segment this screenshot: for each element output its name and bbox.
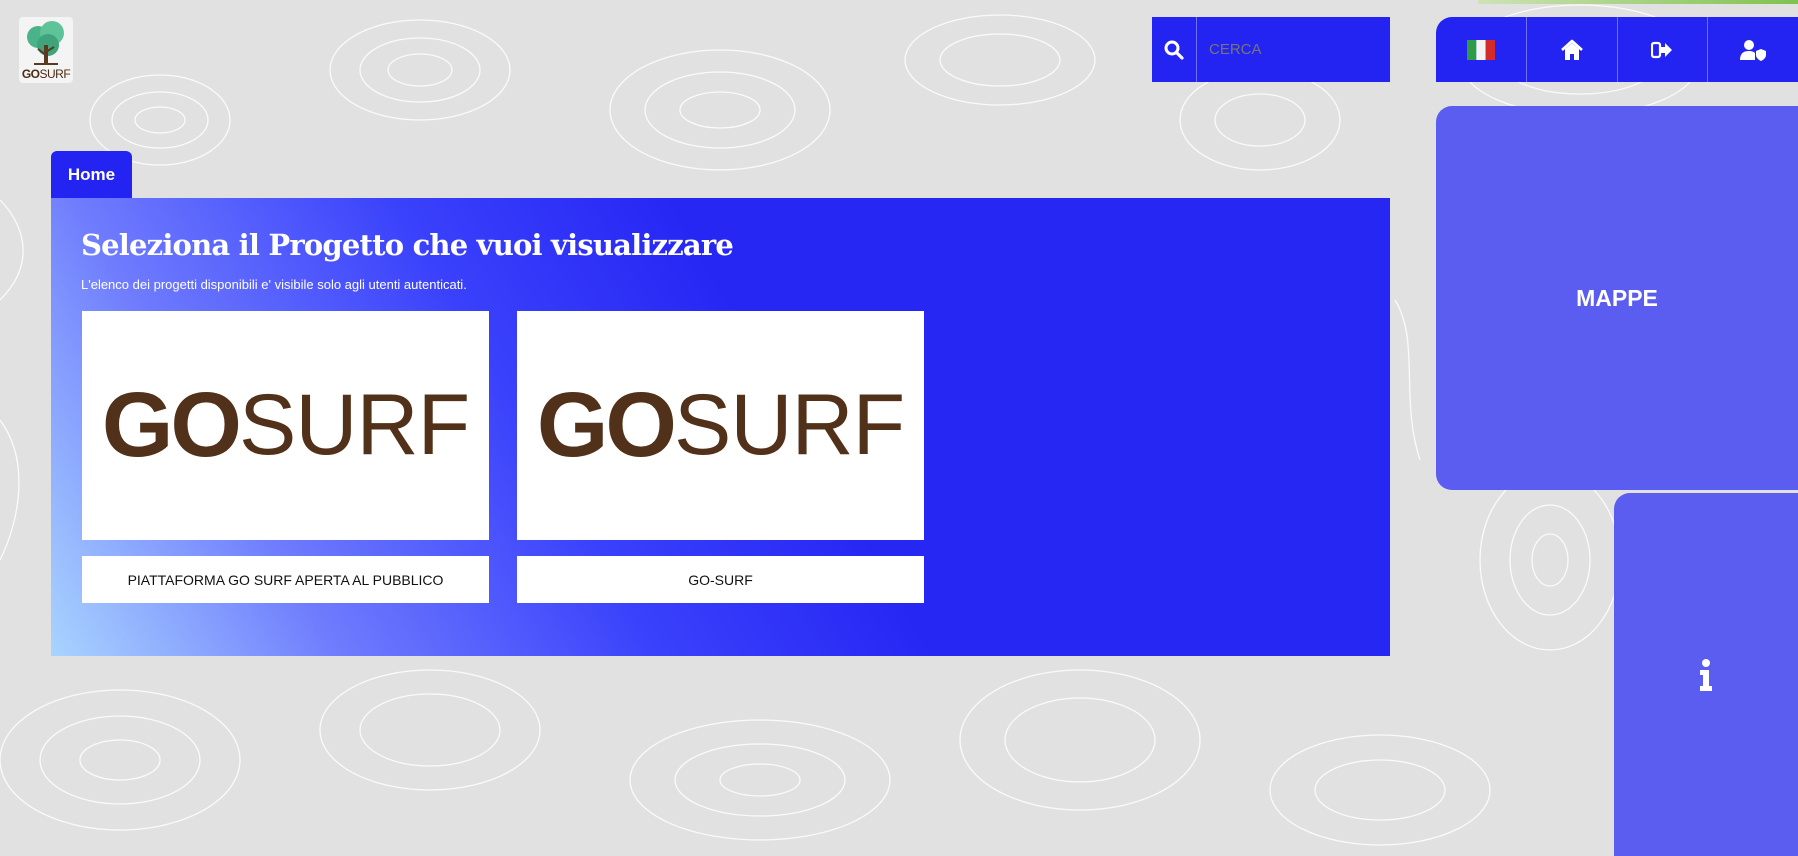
user-shield-icon <box>1740 39 1767 61</box>
project-logo[interactable]: GO SURF <box>517 311 924 540</box>
logout-button[interactable] <box>1618 17 1709 82</box>
tab-home-label: Home <box>67 165 116 184</box>
home-button[interactable] <box>1527 17 1618 82</box>
page-title: Seleziona il Progetto che vuoi visualizz… <box>81 228 734 262</box>
search-icon[interactable] <box>1152 17 1197 82</box>
info-icon <box>1700 658 1712 691</box>
tab-home[interactable]: Home <box>51 151 132 199</box>
project-caption[interactable]: PIATTAFORMA GO SURF APERTA AL PUBBLICO <box>82 556 489 603</box>
home-icon <box>1560 39 1583 60</box>
project-selection-panel: Seleziona il Progetto che vuoi visualizz… <box>51 198 1390 656</box>
logo-text: GOSURF <box>21 67 71 81</box>
project-card[interactable]: GO SURF GO-SURF <box>517 311 924 603</box>
italian-flag-icon <box>1466 39 1495 60</box>
user-admin-button[interactable] <box>1708 17 1798 82</box>
tree-icon <box>27 21 64 65</box>
info-panel[interactable] <box>1614 493 1798 856</box>
top-navigation <box>1436 17 1798 82</box>
app-logo[interactable]: GOSURF <box>19 17 73 83</box>
project-logo[interactable]: GO SURF <box>82 311 489 540</box>
language-flag-button[interactable] <box>1436 17 1527 82</box>
search-bar[interactable] <box>1152 17 1390 82</box>
browser-edge-fragment <box>1478 0 1798 4</box>
project-card[interactable]: GO SURF PIATTAFORMA GO SURF APERTA AL PUB… <box>82 311 489 603</box>
maps-label: MAPPE <box>1576 284 1658 311</box>
logout-icon <box>1651 41 1673 58</box>
search-input[interactable] <box>1197 40 1361 59</box>
page-subtitle: L'elenco dei progetti disponibili e' vis… <box>81 277 467 292</box>
maps-panel[interactable]: MAPPE <box>1436 106 1798 490</box>
project-caption[interactable]: GO-SURF <box>517 556 924 603</box>
